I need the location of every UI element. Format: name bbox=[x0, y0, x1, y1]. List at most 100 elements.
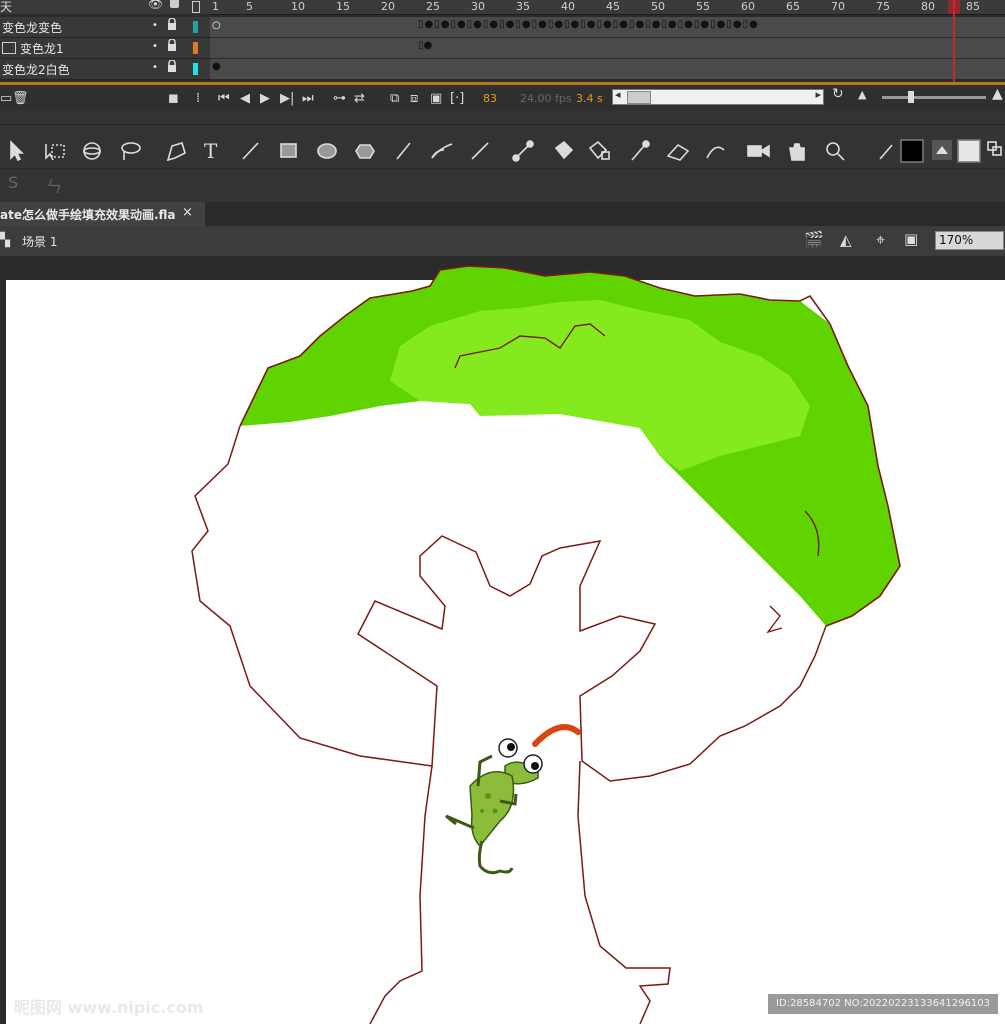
fill-color-swatch[interactable] bbox=[957, 139, 981, 163]
current-frame[interactable]: 83 bbox=[483, 92, 497, 105]
lasso-icon[interactable] bbox=[121, 142, 141, 160]
document-tab[interactable]: ate怎么做手绘填充效果动画.fla × bbox=[0, 202, 205, 226]
lock-all-icon[interactable] bbox=[170, 0, 179, 8]
layer-header-label: 天 bbox=[0, 0, 13, 14]
loop-icon[interactable]: ⇄ bbox=[354, 91, 365, 106]
pen-icon[interactable] bbox=[166, 142, 186, 162]
fill-color-icon[interactable] bbox=[932, 140, 952, 160]
3d-rotation-icon[interactable] bbox=[83, 142, 101, 160]
straighten-icon[interactable]: ㄣ bbox=[46, 173, 62, 197]
layer-row[interactable]: 变色龙1 • bbox=[0, 38, 210, 59]
prev-frame-icon[interactable]: ◀ bbox=[240, 91, 250, 106]
playhead[interactable] bbox=[953, 0, 955, 82]
outline-all-icon[interactable] bbox=[192, 1, 200, 13]
ruler-tick: 80 bbox=[921, 0, 935, 13]
ruler-tick: 20 bbox=[381, 0, 395, 13]
first-frame-icon[interactable]: ⏮ bbox=[218, 91, 230, 106]
zoom-in-frames-icon[interactable]: ▲ bbox=[992, 86, 1003, 102]
oval-icon[interactable] bbox=[317, 143, 337, 159]
ruler-tick: 65 bbox=[786, 0, 800, 13]
camera-icon[interactable] bbox=[747, 144, 770, 158]
eye-icon[interactable]: 👁 bbox=[148, 0, 163, 11]
new-folder-icon[interactable]: ▭ bbox=[0, 91, 12, 106]
visibility-dot[interactable]: • bbox=[152, 20, 158, 31]
edit-multiple-icon[interactable]: ▣ bbox=[430, 91, 442, 106]
lock-icon[interactable] bbox=[167, 17, 177, 30]
onion-outline-icon[interactable]: ⧈ bbox=[410, 91, 418, 106]
width-icon[interactable] bbox=[706, 146, 725, 159]
onion-markers-icon[interactable]: [·] bbox=[450, 91, 464, 106]
elapsed-time[interactable]: 3.4 s bbox=[576, 92, 603, 105]
edit-symbols-icon[interactable]: ◭ bbox=[840, 231, 852, 249]
subselection-icon[interactable] bbox=[45, 144, 65, 161]
selection-icon[interactable] bbox=[10, 140, 24, 162]
center-stage-icon[interactable]: ⌖ bbox=[876, 230, 885, 250]
next-frame-icon[interactable]: ▶| bbox=[280, 91, 294, 106]
paint-bucket-icon[interactable] bbox=[554, 140, 574, 160]
frame-track[interactable]: ○ ▯●▯●▯●▯●▯●▯●▯●▯●▯●▯●▯●▯●▯●▯●▯●▯●▯●▯●▯●… bbox=[210, 17, 1005, 38]
frame-ruler[interactable]: 1 5 10 15 20 25 30 35 40 45 50 55 60 65 70 75 80 85 bbox=[210, 0, 1005, 15]
frame-zoom-slider[interactable] bbox=[882, 91, 986, 103]
layer-color-swatch bbox=[193, 42, 198, 54]
timeline-scrollbar[interactable]: ◂ ▸ bbox=[612, 88, 824, 105]
stroke-color-icon[interactable] bbox=[879, 144, 893, 160]
lock-icon[interactable] bbox=[167, 38, 177, 51]
stroke-color-swatch[interactable] bbox=[900, 139, 924, 163]
ruler-tick: 25 bbox=[426, 0, 440, 13]
tree-artwork[interactable] bbox=[0, 256, 1005, 1024]
ruler-tick: 15 bbox=[336, 0, 350, 13]
scroll-right-icon[interactable]: ▸ bbox=[815, 88, 821, 101]
frame-track[interactable]: ▯● bbox=[210, 38, 1005, 59]
lock-icon[interactable] bbox=[167, 59, 177, 72]
zoom-icon[interactable] bbox=[826, 142, 845, 161]
layer-header: 天 👁 bbox=[0, 0, 210, 14]
clip-content-icon[interactable]: ▣ bbox=[904, 230, 918, 248]
frame-rate[interactable]: 24.00 fps bbox=[520, 92, 572, 105]
layer-row[interactable]: 变色龙变色 • bbox=[0, 17, 210, 38]
onion-skin-icon[interactable]: ⧉ bbox=[390, 91, 399, 106]
ruler-tick: 35 bbox=[516, 0, 530, 13]
visibility-dot[interactable]: • bbox=[152, 62, 158, 73]
last-frame-icon[interactable]: ⏭ bbox=[302, 91, 314, 106]
edit-scene-icon[interactable]: 🎬 bbox=[804, 230, 824, 249]
ink-bottle-icon[interactable] bbox=[588, 140, 610, 160]
frame-track[interactable]: ● bbox=[210, 59, 1005, 80]
smooth-icon[interactable]: S bbox=[8, 173, 18, 192]
ruler-tick: 1 bbox=[212, 0, 219, 13]
zoom-out-frames-icon[interactable]: ▲ bbox=[858, 88, 866, 101]
scroll-thumb[interactable] bbox=[627, 91, 651, 104]
bone-icon[interactable] bbox=[512, 140, 534, 162]
watermark-id: ID:28584702 NO:20220223133641296103 bbox=[768, 994, 998, 1014]
camera-toggle-icon[interactable]: ◼ bbox=[168, 91, 179, 106]
delete-layer-icon[interactable]: 🗑 bbox=[12, 91, 29, 106]
scroll-left-icon[interactable]: ◂ bbox=[615, 88, 621, 101]
eyedropper-icon[interactable] bbox=[631, 140, 650, 161]
eraser-icon[interactable] bbox=[666, 143, 690, 161]
ruler-tick: 85 bbox=[966, 0, 980, 13]
fit-frames-icon[interactable]: ↻ bbox=[832, 86, 844, 102]
visibility-dot[interactable]: • bbox=[152, 41, 158, 52]
pencil-icon[interactable] bbox=[396, 142, 411, 160]
document-tab-title: ate怎么做手绘填充效果动画.fla bbox=[0, 208, 176, 222]
close-tab-icon[interactable]: × bbox=[182, 205, 193, 220]
layer-parent-icon[interactable]: ⁞ bbox=[196, 91, 200, 106]
scene-label[interactable]: 场景 1 bbox=[22, 233, 57, 250]
play-icon[interactable]: ▶ bbox=[260, 91, 270, 106]
scene-icon: ▚ bbox=[0, 233, 10, 248]
text-icon[interactable]: T bbox=[204, 139, 218, 163]
edit-bar: ▚ 场景 1 🎬 ◭ ⌖ ▣ 170% bbox=[0, 226, 1005, 256]
frame-zoom-thumb[interactable] bbox=[908, 91, 914, 103]
hand-icon[interactable] bbox=[789, 143, 805, 161]
layer-row[interactable]: 变色龙2白色 • bbox=[0, 59, 210, 80]
zoom-field[interactable]: 170% bbox=[935, 231, 1004, 250]
rectangle-icon[interactable] bbox=[280, 143, 297, 158]
swap-colors-icon[interactable] bbox=[987, 141, 1002, 156]
paintbrush-icon[interactable] bbox=[431, 143, 453, 159]
center-frame-icon[interactable]: ⊶ bbox=[333, 91, 346, 106]
chameleon[interactable] bbox=[445, 724, 581, 875]
brush-icon[interactable] bbox=[471, 142, 489, 160]
polystar-icon[interactable] bbox=[355, 144, 375, 159]
line-icon[interactable] bbox=[242, 142, 259, 160]
ruler-tick: 75 bbox=[876, 0, 890, 13]
ruler-tick: 40 bbox=[561, 0, 575, 13]
